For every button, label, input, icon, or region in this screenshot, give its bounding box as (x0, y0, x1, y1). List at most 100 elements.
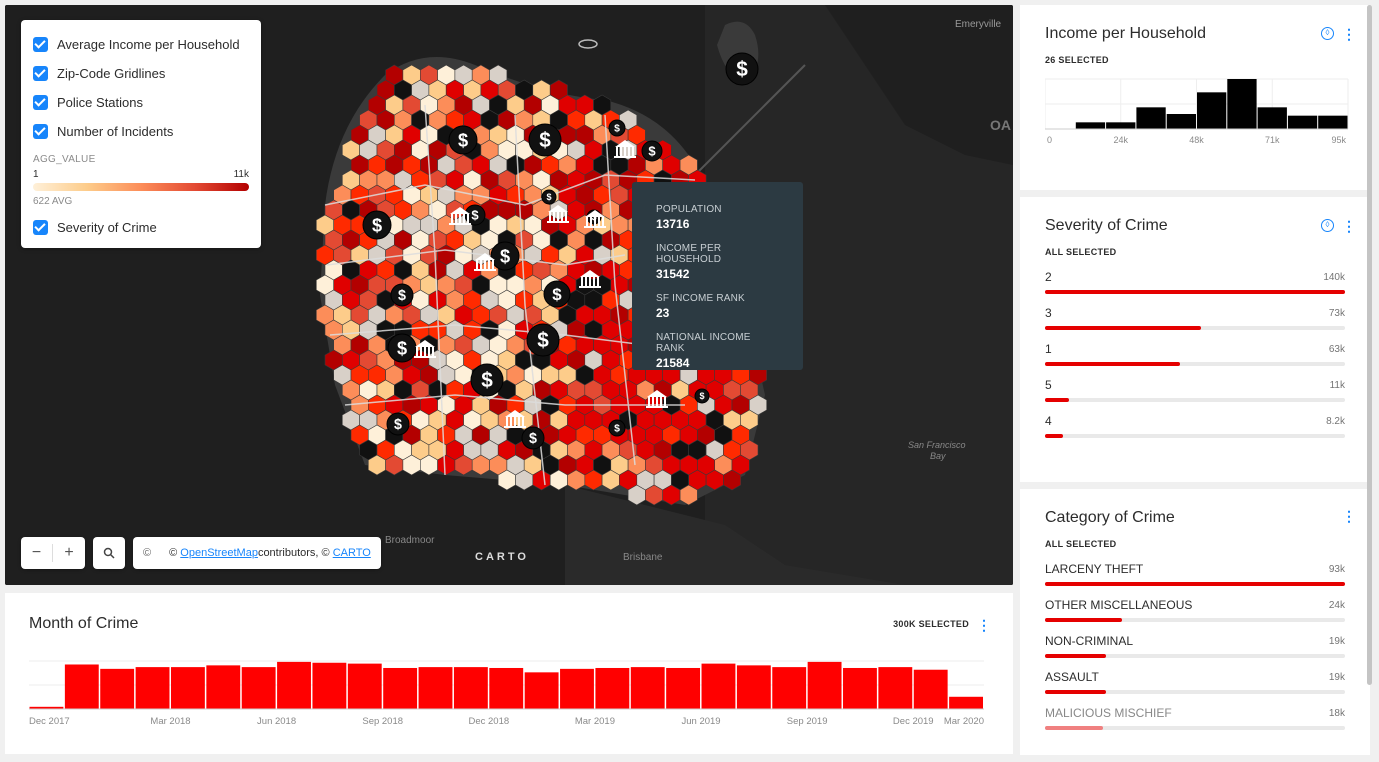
checkbox-icon[interactable] (33, 66, 48, 81)
histogram-bar[interactable] (1166, 114, 1196, 129)
histogram-bar[interactable] (524, 672, 559, 709)
layer-toggle-income[interactable]: Average Income per Household (33, 30, 249, 59)
zoom-out-button[interactable]: − (21, 544, 53, 562)
layer-toggle-incidents[interactable]: Number of Incidents (33, 117, 249, 146)
histogram-bar[interactable] (913, 669, 948, 709)
more-options-icon[interactable]: ⋮ (1342, 219, 1356, 233)
month-histogram[interactable]: Dec 2017 Mar 2018 Jun 2018 Sep 2018 Dec 2018… (29, 657, 989, 737)
category-row[interactable]: 1 63k (1045, 342, 1345, 378)
dollar-icon: $ (529, 431, 537, 447)
layer-legend: Average Income per Household Zip-Code Gr… (21, 20, 261, 248)
category-label: 2 (1045, 270, 1052, 284)
widget-subtitle: 26 SELECTED (1045, 55, 1109, 65)
category-label: OTHER MISCELLANEOUS (1045, 598, 1193, 612)
zoom-in-button[interactable]: + (53, 544, 85, 562)
histogram-bar[interactable] (347, 663, 382, 709)
tick-label: Dec 2018 (468, 716, 509, 727)
checkbox-icon[interactable] (33, 220, 48, 235)
copyright-icon[interactable]: © (143, 547, 151, 559)
histogram-bar[interactable] (949, 696, 983, 709)
histogram-bar[interactable] (206, 665, 241, 709)
month-widget: Month of Crime 300K SELECTED ⋮ Dec 2017 M… (5, 593, 1013, 754)
tick-label: 24k (1113, 135, 1128, 145)
category-row[interactable]: 2 140k (1045, 270, 1345, 306)
histogram-bar[interactable] (1318, 115, 1348, 129)
category-bar (1045, 654, 1107, 658)
map-attribution: © © OpenStreetMap contributors, © CARTO (133, 537, 381, 569)
checkbox-icon[interactable] (33, 37, 48, 52)
layer-label: Police Stations (57, 95, 143, 110)
histogram-bar[interactable] (1227, 79, 1257, 129)
category-row[interactable]: 4 8.2k (1045, 414, 1345, 450)
category-row[interactable]: 3 73k (1045, 306, 1345, 342)
legend-avg: 622 AVG (33, 196, 73, 207)
histogram-bar[interactable] (418, 667, 453, 709)
histogram-bar[interactable] (1106, 122, 1136, 129)
histogram-bar[interactable] (878, 667, 913, 709)
color-by-icon[interactable]: ◊ (1321, 27, 1334, 40)
category-widget: Category of Crime ⋮ ALL SELECTED LARCENY… (1020, 489, 1370, 755)
dollar-icon: $ (481, 369, 493, 392)
more-options-icon[interactable]: ⋮ (1342, 509, 1356, 523)
category-bar (1045, 398, 1069, 402)
sidebar-widgets[interactable]: Income per Household ◊ ⋮ 26 SELECTED 0 24… (1020, 5, 1370, 755)
histogram-bar[interactable] (383, 667, 418, 709)
histogram-bar[interactable] (1257, 107, 1287, 129)
dollar-icon: $ (648, 144, 656, 159)
histogram-bar[interactable] (277, 661, 311, 709)
osm-link[interactable]: OpenStreetMap (180, 547, 258, 559)
widget-actions: ◊ ⋮ (1321, 27, 1356, 41)
histogram-bar[interactable] (701, 663, 736, 709)
category-value: 8.2k (1326, 416, 1345, 427)
layer-toggle-zipcode[interactable]: Zip-Code Gridlines (33, 59, 249, 88)
map-search-button[interactable] (93, 537, 125, 569)
category-row[interactable]: NON-CRIMINAL 19k (1045, 634, 1345, 670)
histogram-bar[interactable] (1287, 115, 1318, 129)
category-value: 73k (1328, 308, 1345, 319)
histogram-bar[interactable] (453, 667, 488, 709)
carto-link[interactable]: CARTO (333, 547, 371, 559)
histogram-bar[interactable] (170, 667, 205, 709)
histogram-bar[interactable] (241, 667, 276, 709)
histogram-bar[interactable] (772, 667, 807, 709)
category-row[interactable]: 5 11k (1045, 378, 1345, 414)
color-by-icon[interactable]: ◊ (1321, 219, 1334, 232)
histogram-bar[interactable] (100, 668, 135, 709)
histogram-bar[interactable] (1197, 92, 1227, 129)
category-value: 19k (1328, 636, 1345, 647)
category-row[interactable]: ASSAULT 19k (1045, 670, 1345, 706)
tick-label: 95k (1331, 135, 1346, 145)
histogram-bar[interactable] (630, 667, 665, 709)
income-histogram[interactable]: 0 24k 48k 71k 95k (1044, 75, 1350, 155)
map-canvas[interactable]: $$$$$$$$$$$$$$$$$$$ Emeryville OA Broadm… (5, 5, 1013, 585)
more-options-icon[interactable]: ⋮ (1342, 27, 1356, 41)
income-widget: Income per Household ◊ ⋮ 26 SELECTED 0 24… (1020, 5, 1370, 190)
dollar-icon: $ (699, 391, 704, 401)
widget-title: Severity of Crime (1045, 217, 1168, 234)
histogram-bar[interactable] (135, 667, 170, 709)
histogram-bar[interactable] (560, 668, 594, 709)
sidebar-scrollbar[interactable] (1367, 5, 1372, 685)
carto-logo: CARTO (475, 551, 529, 563)
histogram-bar[interactable] (666, 667, 701, 709)
histogram-bar[interactable] (1136, 107, 1166, 129)
histogram-bar[interactable] (807, 661, 842, 709)
histogram-bar[interactable] (843, 667, 877, 709)
category-row[interactable]: MALICIOUS MISCHIEF 18k (1045, 706, 1345, 742)
category-bar (1045, 290, 1345, 294)
layer-toggle-severity[interactable]: Severity of Crime (33, 213, 249, 242)
category-row[interactable]: LARCENY THEFT 93k (1045, 562, 1345, 598)
histogram-bar[interactable] (1075, 122, 1106, 129)
checkbox-icon[interactable] (33, 95, 48, 110)
histogram-bar[interactable] (489, 667, 524, 709)
histogram-bar[interactable] (64, 664, 99, 709)
more-options-icon[interactable]: ⋮ (977, 617, 991, 634)
histogram-bar[interactable] (312, 662, 347, 709)
category-row[interactable]: OTHER MISCELLANEOUS 24k (1045, 598, 1345, 634)
layer-toggle-police[interactable]: Police Stations (33, 88, 249, 117)
tooltip-value: 21584 (656, 356, 690, 370)
histogram-bar[interactable] (595, 667, 630, 709)
histogram-bar[interactable] (736, 665, 771, 709)
checkbox-icon[interactable] (33, 124, 48, 139)
widget-subtitle: ALL SELECTED (1045, 247, 1117, 257)
